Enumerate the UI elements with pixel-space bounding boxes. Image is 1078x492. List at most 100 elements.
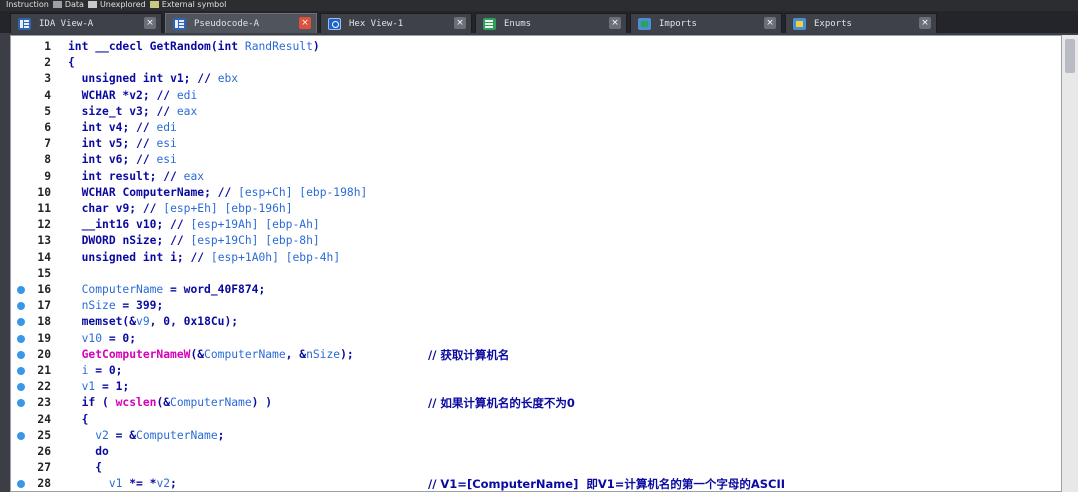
code-text: WCHAR *v2; // edi: [81, 88, 198, 102]
legend-label: External symbol: [161, 0, 227, 9]
code-text: memset(&v9, 0, 0x18Cu);: [81, 315, 239, 329]
close-icon[interactable]: ×: [144, 17, 156, 29]
code-line[interactable]: 22 v1 = 1;: [11, 380, 1061, 394]
tab-label: Exports: [814, 18, 852, 29]
left-gutter: [0, 33, 10, 492]
tab-ida-view-a[interactable]: IDA View-A ×: [10, 13, 162, 33]
tab-imports[interactable]: Imports ×: [630, 13, 782, 33]
line-number: 22: [37, 380, 51, 394]
code-line[interactable]: 5 size_t v3; // eax: [11, 105, 1061, 119]
tab-label: IDA View-A: [39, 18, 94, 29]
vertical-scrollbar[interactable]: [1062, 35, 1078, 492]
line-number: 19: [37, 331, 51, 345]
close-icon[interactable]: ×: [299, 17, 311, 29]
line-number: 23: [37, 396, 51, 410]
code-line[interactable]: 24 {: [11, 413, 1061, 427]
tab-label: Imports: [659, 18, 697, 29]
code-line[interactable]: 15: [11, 267, 1061, 281]
scrollbar-thumb[interactable]: [1065, 39, 1075, 73]
code-text: int v4; // edi: [81, 121, 177, 134]
code-text: __int16 v10; // [esp+19Ah] [ebp-Ah]: [81, 218, 320, 232]
code-text: i = 0;: [81, 364, 123, 377]
code-text: {: [68, 56, 75, 70]
line-number: 28: [37, 477, 51, 491]
tab-label: Hex View-1: [349, 18, 404, 29]
code-comment: // V1=[ComputerName] 即V1=计算机名的第一个字母的ASCI…: [428, 477, 786, 492]
tab-hex-view-1[interactable]: Hex View-1 ×: [320, 13, 472, 33]
code-line[interactable]: 27 {: [11, 461, 1061, 475]
line-number: 17: [37, 299, 51, 313]
code-line[interactable]: 11 char v9; // [esp+Eh] [ebp-196h]: [11, 202, 1061, 216]
code-line[interactable]: 1 int __cdecl GetRandom(int RandResult): [11, 40, 1061, 54]
line-number: 6: [44, 121, 51, 134]
close-icon[interactable]: ×: [454, 17, 466, 29]
code-text: GetComputerNameW(&ComputerName, &nSize);: [81, 347, 354, 361]
tab-exports[interactable]: Exports ×: [785, 13, 937, 33]
code-line[interactable]: 28 v1 *= *v2; // V1=[ComputerName] 即V1=计算…: [11, 477, 1061, 491]
pseudocode-icon: [173, 17, 186, 30]
code-text: {: [68, 461, 103, 475]
code-text: v1 *= *v2;: [108, 477, 177, 491]
code-line[interactable]: 20 GetComputerNameW(&ComputerName, &nSiz…: [11, 348, 1061, 362]
line-number: 26: [37, 445, 51, 458]
line-number: 9: [44, 169, 51, 183]
line-number: 20: [37, 347, 51, 361]
code-line[interactable]: 2{: [11, 56, 1061, 70]
code-text: v1 = 1;: [81, 380, 130, 394]
tab-enums[interactable]: Enums ×: [475, 13, 627, 33]
code-line[interactable]: 19 v10 = 0;: [11, 332, 1061, 346]
code-line[interactable]: 4 WCHAR *v2; // edi: [11, 89, 1061, 103]
code-line[interactable]: 9 int result; // eax: [11, 170, 1061, 184]
close-icon[interactable]: ×: [764, 17, 776, 29]
line-number: 13: [37, 234, 51, 248]
code-text: DWORD nSize; // [esp+19Ch] [ebp-8h]: [81, 234, 320, 248]
tab-pseudocode-a[interactable]: Pseudocode-A ×: [165, 13, 317, 33]
code-text: do: [95, 445, 109, 458]
line-number: 14: [37, 250, 51, 264]
enums-icon: [483, 17, 496, 30]
code-text: int __cdecl GetRandom(int RandResult): [68, 40, 320, 53]
legend-swatch: [149, 1, 159, 8]
line-number: 15: [37, 266, 51, 280]
code-line[interactable]: 6 int v4; // edi: [11, 121, 1061, 135]
line-number: 24: [37, 412, 51, 426]
code-line[interactable]: 26 do: [11, 445, 1061, 459]
code-line[interactable]: 8 int v6; // esi: [11, 153, 1061, 167]
code-text: size_t v3; // eax: [81, 104, 198, 118]
exports-icon: [793, 17, 806, 30]
line-number: 11: [37, 202, 51, 215]
code-line[interactable]: 14 unsigned int i; // [esp+1A0h] [ebp-4h…: [11, 251, 1061, 265]
pseudocode-editor[interactable]: 1 int __cdecl GetRandom(int RandResult) 2{…: [10, 35, 1062, 492]
code-line[interactable]: 13 DWORD nSize; // [esp+19Ch] [ebp-8h]: [11, 234, 1061, 248]
line-number: 18: [37, 315, 51, 329]
code-text: v2 = &ComputerName;: [95, 428, 225, 442]
code-comment: // 获取计算机名: [428, 347, 510, 362]
code-line[interactable]: 10 WCHAR ComputerName; // [esp+Ch] [ebp-…: [11, 186, 1061, 200]
code-text: v10 = 0;: [81, 331, 137, 345]
close-icon[interactable]: ×: [609, 17, 621, 29]
code-text: WCHAR ComputerName; // [esp+Ch] [ebp-198…: [81, 185, 368, 199]
legend-label: Unexplored: [99, 0, 146, 9]
line-number: 16: [37, 283, 51, 296]
imports-icon: [638, 17, 651, 30]
code-text: int v6; // esi: [81, 153, 177, 167]
code-line[interactable]: 25 v2 = &ComputerName;: [11, 429, 1061, 443]
code-line[interactable]: 18 memset(&v9, 0, 0x18Cu);: [11, 315, 1061, 329]
code-text: unsigned int v1; // ebx: [81, 72, 239, 86]
line-number: 12: [37, 218, 51, 232]
code-text: if ( wcslen(&ComputerName) ): [81, 396, 273, 410]
legend-swatch: [52, 1, 62, 8]
close-icon[interactable]: ×: [919, 17, 931, 29]
code-line[interactable]: 21 i = 0;: [11, 364, 1061, 378]
hex-view-icon: [328, 17, 341, 30]
code-line[interactable]: 23 if ( wcslen(&ComputerName) ) // 如果计算机名…: [11, 396, 1061, 410]
code-line[interactable]: 3 unsigned int v1; // ebx: [11, 72, 1061, 86]
tab-bar: IDA View-A × Pseudocode-A × Hex View-1 × Enums…: [0, 11, 1078, 33]
code-text: char v9; // [esp+Eh] [ebp-196h]: [81, 202, 293, 215]
legend-label: Data: [64, 0, 84, 9]
code-text: ComputerName = word_40F874;: [81, 283, 266, 296]
code-line[interactable]: 7 int v5; // esi: [11, 137, 1061, 151]
code-line[interactable]: 12 __int16 v10; // [esp+19Ah] [ebp-Ah]: [11, 218, 1061, 232]
code-line[interactable]: 16 ComputerName = word_40F874;: [11, 283, 1061, 297]
code-line[interactable]: 17 nSize = 399;: [11, 299, 1061, 313]
